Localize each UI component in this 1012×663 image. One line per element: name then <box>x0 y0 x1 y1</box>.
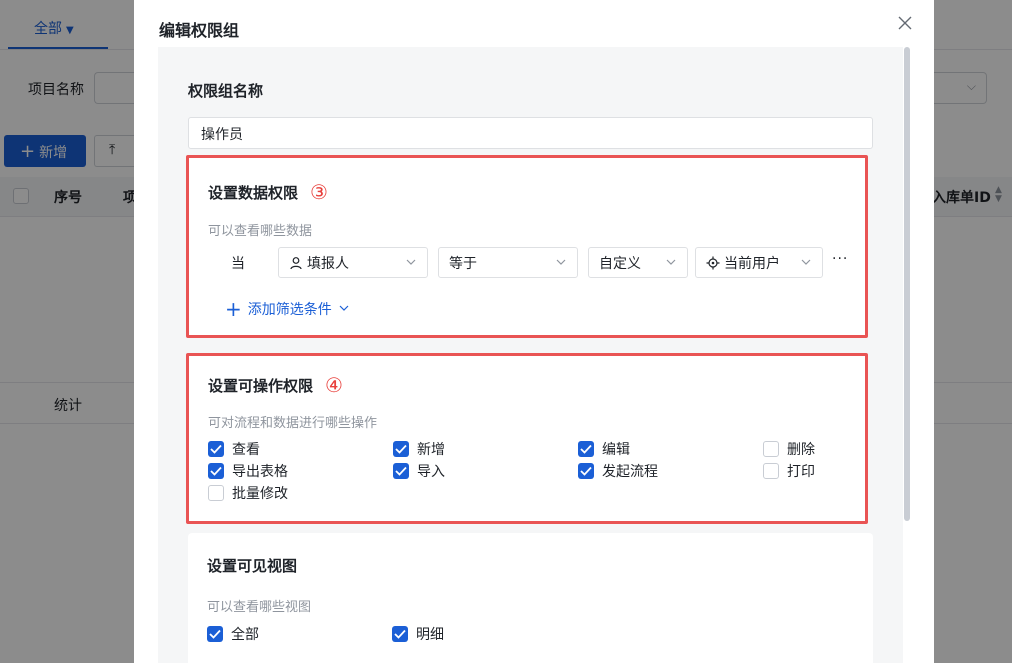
data-permission-title: 设置数据权限 ③ <box>208 179 328 204</box>
operation-permission-subtitle: 可对流程和数据进行哪些操作 <box>208 416 378 431</box>
close-button[interactable] <box>894 12 916 34</box>
operation-permission-title-text: 设置可操作权限 <box>208 377 314 395</box>
dialog-scrollbar[interactable] <box>903 47 911 521</box>
check-icon <box>210 466 222 476</box>
checkbox-label: 发起流程 <box>602 464 658 480</box>
step-marker-3: ③ <box>310 180 328 204</box>
value-type-select[interactable]: 自定义 <box>588 247 688 278</box>
add-filter-button[interactable]: + 添加筛选条件 <box>225 295 350 321</box>
checkbox-label: 导出表格 <box>232 464 288 480</box>
chevron-down-icon <box>666 259 676 265</box>
data-permission-title-text: 设置数据权限 <box>208 184 299 202</box>
checkbox-label: 导入 <box>417 464 445 480</box>
check-icon <box>210 444 222 454</box>
group-name-input[interactable]: 操作员 <box>188 117 873 149</box>
check-icon <box>395 444 407 454</box>
chevron-down-icon <box>801 259 811 265</box>
name-section-title: 权限组名称 <box>188 82 264 100</box>
plus-icon: + <box>225 297 242 321</box>
chevron-down-icon <box>406 259 416 265</box>
close-icon <box>898 16 912 30</box>
checkbox-label: 批量修改 <box>232 486 288 502</box>
view-permission-card: 设置可见视图 可以查看哪些视图 全部 明细 <box>188 533 873 663</box>
dialog-body: 权限组名称 操作员 设置数据权限 ③ 可以查看哪些数据 当 填报人 等于 自定义 … <box>158 47 903 663</box>
field-select[interactable]: 填报人 <box>278 247 428 278</box>
value-type-select-value: 自定义 <box>599 256 641 272</box>
view-permission-subtitle: 可以查看哪些视图 <box>207 600 312 615</box>
checkbox-label: 打印 <box>787 464 815 480</box>
checkbox-label: 全部 <box>231 627 259 643</box>
edit-permission-group-dialog: 编辑权限组 权限组名称 操作员 设置数据权限 ③ 可以查看哪些数据 当 填报人 等… <box>134 0 934 663</box>
dialog-title: 编辑权限组 <box>159 21 240 40</box>
condition-when-label: 当 <box>231 256 245 272</box>
check-icon <box>580 444 592 454</box>
check-icon <box>394 629 406 639</box>
checkbox-checked[interactable] <box>208 463 224 479</box>
more-icon[interactable]: ··· <box>832 251 848 267</box>
operation-permission-title: 设置可操作权限 ④ <box>208 372 343 397</box>
checkbox-label: 明细 <box>416 627 444 643</box>
scrollbar-thumb[interactable] <box>904 47 910 521</box>
check-icon <box>580 466 592 476</box>
checkbox-unchecked[interactable] <box>763 441 779 457</box>
data-permission-card: 设置数据权限 ③ 可以查看哪些数据 当 填报人 等于 自定义 当前用户 ··· +… <box>186 155 868 338</box>
checkbox-checked[interactable] <box>393 441 409 457</box>
field-select-value: 填报人 <box>307 256 349 272</box>
checkbox-checked[interactable] <box>578 463 594 479</box>
checkbox-checked[interactable] <box>208 441 224 457</box>
operator-select-value: 等于 <box>449 256 477 272</box>
operator-select[interactable]: 等于 <box>438 247 578 278</box>
checkbox-checked[interactable] <box>207 626 223 642</box>
check-icon <box>209 629 221 639</box>
value-select-value: 当前用户 <box>724 256 780 272</box>
target-icon <box>706 256 720 270</box>
data-permission-subtitle: 可以查看哪些数据 <box>208 224 313 239</box>
checkbox-label: 编辑 <box>602 442 630 458</box>
view-permission-title: 设置可见视图 <box>207 557 298 575</box>
add-filter-label: 添加筛选条件 <box>247 302 332 318</box>
checkbox-checked[interactable] <box>393 463 409 479</box>
checkbox-label: 查看 <box>232 442 260 458</box>
user-icon <box>290 257 302 270</box>
checkbox-unchecked[interactable] <box>763 463 779 479</box>
chevron-down-icon <box>339 305 349 311</box>
value-select[interactable]: 当前用户 <box>695 247 823 278</box>
operation-permission-card: 设置可操作权限 ④ 可对流程和数据进行哪些操作 查看 新增 编辑 删除导出表格 导入 发起流… <box>186 353 868 524</box>
checkbox-label: 新增 <box>417 442 445 458</box>
checkbox-label: 删除 <box>787 442 815 458</box>
check-icon <box>395 466 407 476</box>
checkbox-checked[interactable] <box>578 441 594 457</box>
chevron-down-icon <box>556 259 566 265</box>
checkbox-unchecked[interactable] <box>208 485 224 501</box>
step-marker-4: ④ <box>325 373 343 397</box>
checkbox-checked[interactable] <box>392 626 408 642</box>
